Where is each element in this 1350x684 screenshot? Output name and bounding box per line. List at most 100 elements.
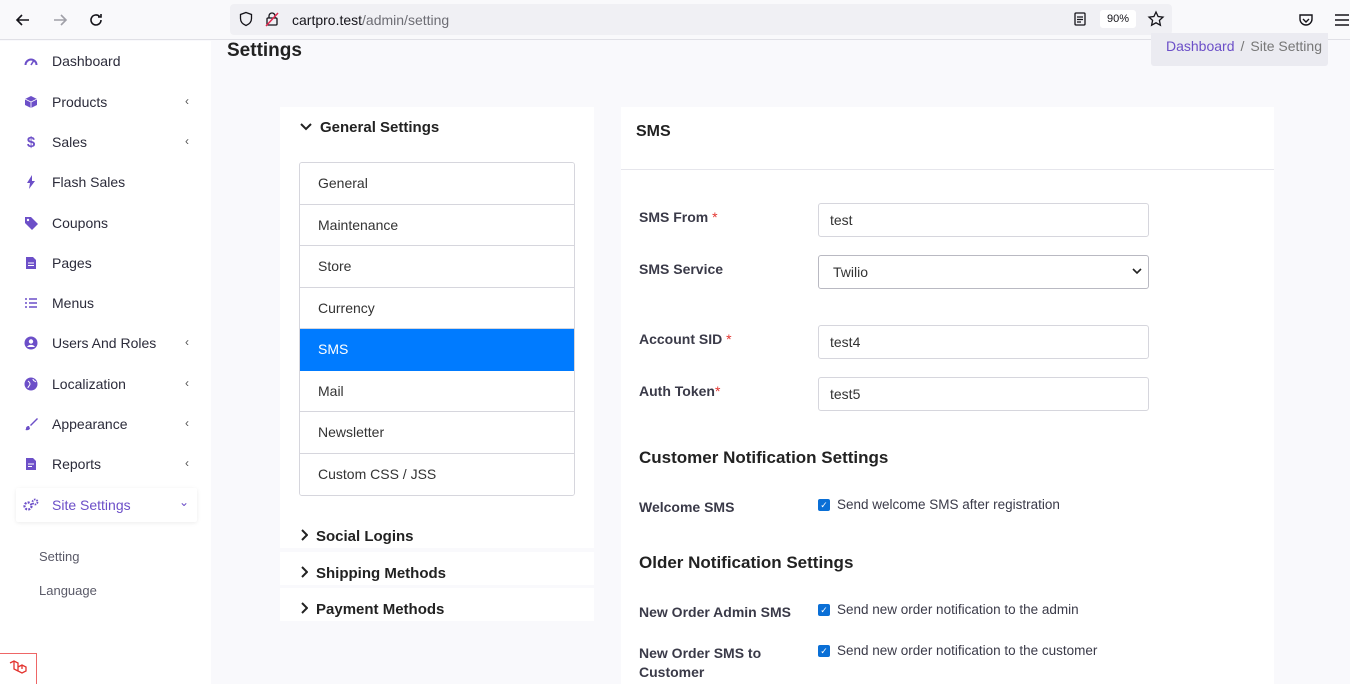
social-logins-toggle[interactable]: Social Logins [280, 515, 594, 548]
breadcrumb: Dashboard / Site Setting [1151, 33, 1328, 66]
submenu-item-setting[interactable]: Setting [39, 549, 79, 564]
address-bar[interactable]: cartpro.test/admin/setting 90% [230, 4, 1172, 35]
sidebar-item-localization[interactable]: Localization ‹ [16, 367, 197, 401]
sms-from-input[interactable]: test [818, 203, 1149, 237]
tags-icon [23, 215, 39, 231]
forward-button[interactable] [48, 8, 72, 32]
order-notification-heading: Older Notification Settings [639, 553, 854, 572]
sidebar-item-label: Products [52, 94, 108, 110]
reader-view-icon[interactable] [1072, 11, 1088, 27]
sidebar-item-label: Users And Roles [52, 335, 157, 351]
settings-nav-panel: General Settings General Maintenance Sto… [280, 107, 594, 515]
general-settings-toggle[interactable]: General Settings [300, 119, 439, 136]
card-divider [621, 169, 1274, 170]
submenu-item-language[interactable]: Language [39, 583, 97, 598]
zoom-indicator[interactable]: 90% [1100, 10, 1136, 28]
insecure-lock-icon[interactable] [264, 11, 280, 27]
settings-menu-general[interactable]: General [300, 163, 574, 205]
sidebar-item-dashboard[interactable]: Dashboard [16, 44, 197, 78]
list-icon [23, 295, 39, 311]
breadcrumb-separator: / [1240, 38, 1245, 54]
forward-arrow-icon [54, 14, 68, 26]
sms-service-label: SMS Service [639, 261, 724, 277]
sidebar-item-label: Sales [52, 134, 88, 150]
sidebar-item-sales[interactable]: $ Sales ‹ [16, 125, 197, 159]
page-title: Settings [227, 40, 302, 61]
welcome-sms-checkbox[interactable]: ✓ [818, 498, 830, 511]
settings-menu-sms[interactable]: SMS [300, 329, 574, 371]
cogs-icon [23, 497, 39, 513]
sms-service-select[interactable]: Twilio [818, 255, 1149, 289]
reload-button[interactable] [84, 8, 108, 32]
settings-menu-maintenance[interactable]: Maintenance [300, 204, 574, 246]
pocket-icon[interactable] [1297, 11, 1315, 29]
brush-icon [23, 416, 39, 432]
sidebar-item-pages[interactable]: Pages [16, 246, 197, 280]
new-order-admin-checkbox[interactable]: ✓ [818, 603, 830, 616]
shield-icon[interactable] [238, 11, 254, 27]
sms-settings-card: SMS SMS From * test SMS Service Twilio A… [621, 107, 1274, 684]
account-sid-label-text: Account SID [639, 331, 723, 347]
settings-menu-currency[interactable]: Currency [300, 287, 574, 329]
sidebar-item-products[interactable]: Products ‹ [16, 85, 197, 119]
sidebar-item-appearance[interactable]: Appearance ‹ [16, 407, 197, 441]
sidebar-item-label: Site Settings [52, 497, 131, 513]
account-sid-label: Account SID * [639, 331, 732, 347]
new-order-admin-checkbox-row[interactable]: ✓ Send new order notification to the adm… [818, 602, 1079, 617]
chevron-right-icon [300, 566, 309, 581]
new-order-customer-checkbox-row[interactable]: ✓ Send new order notification to the cus… [818, 643, 1097, 658]
welcome-sms-checkbox-row[interactable]: ✓ Send welcome SMS after registration [818, 497, 1060, 512]
new-order-customer-checkbox-label: Send new order notification to the custo… [837, 643, 1098, 658]
settings-menu-newsletter[interactable]: Newsletter [300, 412, 574, 454]
dollar-icon: $ [26, 133, 36, 151]
sidebar-item-label: Reports [52, 456, 102, 472]
site-settings-submenu: Setting Language [16, 528, 197, 618]
required-marker: * [712, 209, 718, 225]
auth-token-input[interactable]: test5 [818, 377, 1149, 411]
settings-menu-custom-css-js[interactable]: Custom CSS / JSS [300, 453, 574, 495]
chevron-down-icon: ⌄ [178, 495, 189, 509]
sidebar-item-coupons[interactable]: Coupons [16, 206, 197, 240]
bolt-icon [23, 174, 39, 190]
auth-token-label: Auth Token* [639, 383, 720, 399]
box-icon [23, 94, 39, 110]
shipping-methods-label: Shipping Methods [316, 565, 446, 582]
url-host: cartpro.test [292, 12, 363, 28]
browser-toolbar: cartpro.test/admin/setting 90% [0, 0, 1350, 40]
payment-methods-toggle[interactable]: Payment Methods [280, 588, 594, 621]
chevron-down-icon [300, 120, 312, 135]
globe-icon [23, 376, 39, 392]
account-sid-input[interactable]: test4 [818, 325, 1149, 359]
bookmark-star-icon[interactable] [1147, 10, 1165, 28]
sms-service-value: Twilio [833, 264, 869, 280]
hamburger-menu-icon[interactable] [1333, 11, 1349, 29]
chevron-left-icon: ‹ [185, 416, 189, 430]
customer-notification-heading: Customer Notification Settings [639, 448, 889, 467]
sidebar-item-menus[interactable]: Menus [16, 286, 197, 320]
sidebar-item-label: Dashboard [52, 53, 121, 69]
url-text: cartpro.test/admin/setting [292, 12, 449, 28]
sidebar-item-label: Appearance [52, 416, 128, 432]
welcome-sms-checkbox-label: Send welcome SMS after registration [837, 497, 1060, 512]
chevron-down-icon [1132, 256, 1142, 288]
report-icon [23, 456, 39, 472]
dashboard-gauge-icon [23, 53, 39, 69]
url-path: /admin/setting [362, 12, 450, 28]
back-button[interactable] [11, 8, 35, 32]
settings-menu-mail[interactable]: Mail [300, 370, 574, 412]
laravel-logo-icon [9, 660, 27, 674]
shipping-methods-toggle[interactable]: Shipping Methods [280, 552, 594, 585]
sidebar-item-label: Pages [52, 255, 92, 271]
sidebar-item-reports[interactable]: Reports ‹ [16, 447, 197, 481]
new-order-customer-checkbox[interactable]: ✓ [818, 644, 830, 657]
laravel-debugbar-toggle[interactable] [0, 653, 37, 684]
breadcrumb-dashboard-link[interactable]: Dashboard [1166, 38, 1235, 54]
chevron-left-icon: ‹ [185, 335, 189, 349]
payment-methods-label: Payment Methods [316, 601, 445, 618]
sidebar-item-flash-sales[interactable]: Flash Sales [16, 165, 197, 199]
sidebar-item-site-settings[interactable]: Site Settings ⌄ [16, 488, 197, 522]
welcome-sms-label: Welcome SMS [639, 499, 735, 515]
settings-menu-store[interactable]: Store [300, 246, 574, 288]
sidebar-item-users-and-roles[interactable]: Users And Roles ‹ [16, 326, 197, 360]
reload-icon [90, 14, 102, 26]
